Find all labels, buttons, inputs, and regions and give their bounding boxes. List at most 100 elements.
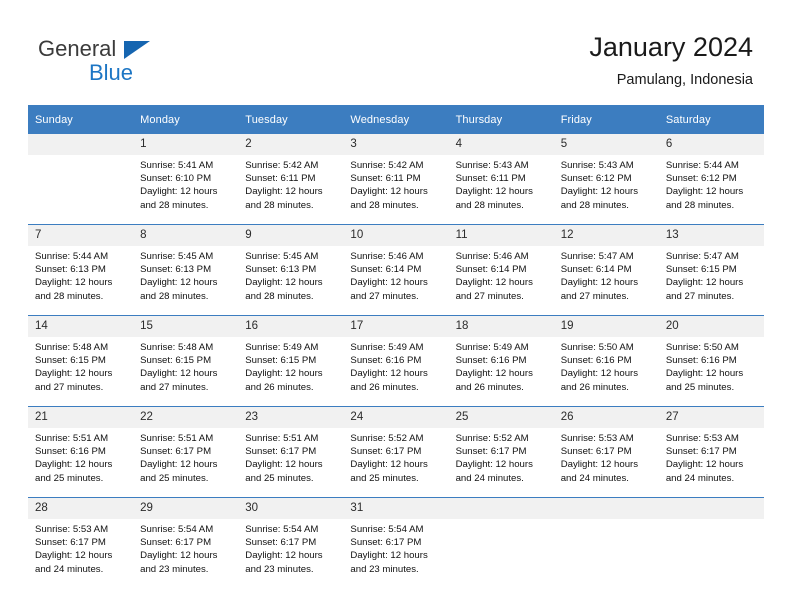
daylight-text: Daylight: 12 hours — [245, 368, 323, 380]
calendar-day-cell[interactable]: 28 Sunrise: 5:53 AM Sunset: 6:17 PM Dayligh… — [28, 497, 134, 588]
day-details: Sunrise: 5:54 AM Sunset: 6:17 PM Daylight:… — [343, 519, 448, 576]
calendar-day-cell[interactable]: 10 Sunrise: 5:46 AM Sunset: 6:14 PM Dayligh… — [343, 224, 449, 316]
sunrise-text: Sunrise: 5:49 AM — [245, 342, 319, 353]
day-number: 8 — [133, 225, 239, 246]
general-blue-logo[interactable]: General Blue — [38, 36, 238, 88]
sunrise-text: Sunrise: 5:49 AM — [350, 342, 424, 353]
calendar-week-row: 1 Sunrise: 5:41 AM Sunset: 6:10 PM Daylight… — [28, 134, 764, 225]
calendar-day-cell[interactable]: 20 Sunrise: 5:50 AM Sunset: 6:16 PM Dayligh… — [658, 315, 764, 407]
calendar-day-cell[interactable]: 1 Sunrise: 5:41 AM Sunset: 6:10 PM Daylight… — [133, 134, 239, 225]
daylight-text-cont: and 24 minutes. — [560, 472, 629, 484]
calendar-day-cell[interactable]: 21 Sunrise: 5:51 AM Sunset: 6:16 PM Dayligh… — [28, 406, 134, 498]
calendar-day-cell[interactable]: 8 Sunrise: 5:45 AM Sunset: 6:13 PM Daylight… — [133, 224, 239, 316]
daylight-text: Daylight: 12 hours — [35, 550, 113, 562]
page-subtitle: Pamulang, Indonesia — [616, 72, 753, 88]
daylight-text: Daylight: 12 hours — [350, 459, 428, 471]
weekday-header-tuesday: Tuesday — [238, 105, 344, 134]
day-number: 16 — [238, 316, 344, 337]
day-details: Sunrise: 5:52 AM Sunset: 6:17 PM Daylight:… — [343, 428, 448, 485]
weekday-header-sunday: Sunday — [28, 105, 134, 134]
calendar-day-cell[interactable]: 13 Sunrise: 5:47 AM Sunset: 6:15 PM Dayligh… — [658, 224, 764, 316]
calendar-day-cell[interactable]: 24 Sunrise: 5:52 AM Sunset: 6:17 PM Dayligh… — [343, 406, 449, 498]
blue-triangle-icon — [124, 41, 150, 59]
daylight-text: Daylight: 12 hours — [350, 368, 428, 380]
daylight-text-cont: and 28 minutes. — [350, 199, 419, 211]
calendar-day-cell[interactable]: 12 Sunrise: 5:47 AM Sunset: 6:14 PM Dayligh… — [553, 224, 659, 316]
calendar-day-cell[interactable]: 30 Sunrise: 5:54 AM Sunset: 6:17 PM Dayligh… — [238, 497, 344, 588]
daylight-text: Daylight: 12 hours — [665, 186, 744, 198]
calendar-day-cell[interactable]: 29 Sunrise: 5:54 AM Sunset: 6:17 PM Dayligh… — [133, 497, 239, 588]
calendar-day-cell[interactable]: 5 Sunrise: 5:43 AM Sunset: 6:12 PM Daylight… — [553, 134, 659, 225]
daylight-text-cont: and 28 minutes. — [245, 199, 314, 211]
daylight-text: Daylight: 12 hours — [140, 368, 218, 380]
day-number — [553, 498, 659, 519]
calendar-day-cell[interactable]: 19 Sunrise: 5:50 AM Sunset: 6:16 PM Dayligh… — [553, 315, 659, 407]
calendar-day-cell[interactable]: 6 Sunrise: 5:44 AM Sunset: 6:12 PM Daylight… — [658, 134, 764, 225]
calendar-page: General Blue January 2024 Pamulang, Indo… — [0, 0, 792, 612]
calendar-day-cell[interactable]: 22 Sunrise: 5:51 AM Sunset: 6:17 PM Dayligh… — [133, 406, 239, 498]
daylight-text: Daylight: 12 hours — [455, 459, 533, 471]
sunrise-text: Sunrise: 5:46 AM — [350, 251, 424, 262]
calendar-week-row: 14 Sunrise: 5:48 AM Sunset: 6:15 PM Dayligh… — [28, 315, 764, 407]
calendar-day-cell-empty — [553, 497, 659, 588]
sunset-text: Sunset: 6:13 PM — [140, 264, 212, 276]
daylight-text-cont: and 25 minutes. — [350, 472, 419, 484]
day-number: 3 — [343, 134, 449, 155]
daylight-text: Daylight: 12 hours — [455, 277, 533, 289]
sunrise-text: Sunrise: 5:51 AM — [140, 433, 214, 444]
calendar-day-cell[interactable]: 17 Sunrise: 5:49 AM Sunset: 6:16 PM Dayligh… — [343, 315, 449, 407]
calendar-day-cell[interactable]: 27 Sunrise: 5:53 AM Sunset: 6:17 PM Dayligh… — [658, 406, 764, 498]
calendar-day-cell[interactable]: 15 Sunrise: 5:48 AM Sunset: 6:15 PM Dayligh… — [133, 315, 239, 407]
day-number: 17 — [343, 316, 449, 337]
calendar-day-cell[interactable]: 3 Sunrise: 5:42 AM Sunset: 6:11 PM Daylight… — [343, 134, 449, 225]
calendar-day-cell[interactable]: 23 Sunrise: 5:51 AM Sunset: 6:17 PM Dayligh… — [238, 406, 344, 498]
day-details: Sunrise: 5:42 AM Sunset: 6:11 PM Daylight:… — [343, 155, 448, 212]
sunset-text: Sunset: 6:12 PM — [665, 173, 737, 185]
day-number: 28 — [28, 498, 134, 519]
calendar-day-cell[interactable]: 7 Sunrise: 5:44 AM Sunset: 6:13 PM Daylight… — [28, 224, 134, 316]
weekday-header-saturday: Saturday — [658, 105, 764, 134]
sunrise-text: Sunrise: 5:48 AM — [140, 342, 214, 353]
calendar-day-cell[interactable]: 4 Sunrise: 5:43 AM Sunset: 6:11 PM Daylight… — [448, 134, 554, 225]
day-details: Sunrise: 5:44 AM Sunset: 6:13 PM Daylight:… — [28, 246, 133, 303]
daylight-text-cont: and 28 minutes. — [140, 199, 209, 211]
day-details: Sunrise: 5:51 AM Sunset: 6:17 PM Daylight:… — [238, 428, 343, 485]
day-details: Sunrise: 5:41 AM Sunset: 6:10 PM Daylight:… — [133, 155, 238, 212]
sunrise-text: Sunrise: 5:42 AM — [245, 160, 319, 171]
calendar-week-row: 21 Sunrise: 5:51 AM Sunset: 6:16 PM Dayligh… — [28, 406, 764, 498]
calendar-day-cell[interactable]: 9 Sunrise: 5:45 AM Sunset: 6:13 PM Daylight… — [238, 224, 344, 316]
logo-text-blue: Blue — [89, 60, 134, 85]
calendar-day-cell[interactable]: 11 Sunrise: 5:46 AM Sunset: 6:14 PM Dayligh… — [448, 224, 554, 316]
day-number: 14 — [28, 316, 134, 337]
calendar-day-cell[interactable]: 14 Sunrise: 5:48 AM Sunset: 6:15 PM Dayligh… — [28, 315, 134, 407]
calendar-day-cell[interactable]: 18 Sunrise: 5:49 AM Sunset: 6:16 PM Dayligh… — [448, 315, 554, 407]
calendar-day-cell[interactable]: 16 Sunrise: 5:49 AM Sunset: 6:15 PM Dayligh… — [238, 315, 344, 407]
day-number: 18 — [448, 316, 554, 337]
daylight-text: Daylight: 12 hours — [665, 277, 744, 289]
day-details: Sunrise: 5:46 AM Sunset: 6:14 PM Daylight:… — [449, 246, 554, 303]
daylight-text-cont: and 25 minutes. — [35, 472, 104, 484]
day-number: 21 — [28, 407, 134, 428]
daylight-text: Daylight: 12 hours — [245, 277, 323, 289]
calendar-day-cell[interactable]: 31 Sunrise: 5:54 AM Sunset: 6:17 PM Dayligh… — [343, 497, 449, 588]
daylight-text: Daylight: 12 hours — [560, 277, 639, 289]
daylight-text: Daylight: 12 hours — [245, 459, 323, 471]
sunset-text: Sunset: 6:11 PM — [245, 173, 316, 185]
calendar-day-cell[interactable]: 26 Sunrise: 5:53 AM Sunset: 6:17 PM Dayligh… — [553, 406, 659, 498]
calendar-day-cell[interactable]: 2 Sunrise: 5:42 AM Sunset: 6:11 PM Daylight… — [238, 134, 344, 225]
day-number: 25 — [448, 407, 554, 428]
daylight-text: Daylight: 12 hours — [245, 550, 323, 562]
daylight-text: Daylight: 12 hours — [140, 550, 218, 562]
day-details: Sunrise: 5:48 AM Sunset: 6:15 PM Daylight:… — [133, 337, 238, 394]
sunrise-text: Sunrise: 5:51 AM — [245, 433, 319, 444]
sunset-text: Sunset: 6:14 PM — [350, 264, 422, 276]
sunset-text: Sunset: 6:17 PM — [245, 446, 317, 458]
day-number: 1 — [133, 134, 239, 155]
sunset-text: Sunset: 6:14 PM — [455, 264, 527, 276]
daylight-text-cont: and 26 minutes. — [350, 381, 419, 393]
daylight-text-cont: and 27 minutes. — [140, 381, 209, 393]
calendar-day-cell[interactable]: 25 Sunrise: 5:52 AM Sunset: 6:17 PM Dayligh… — [448, 406, 554, 498]
daylight-text: Daylight: 12 hours — [140, 459, 218, 471]
day-number: 27 — [658, 407, 764, 428]
page-title: January 2024 — [589, 32, 753, 62]
